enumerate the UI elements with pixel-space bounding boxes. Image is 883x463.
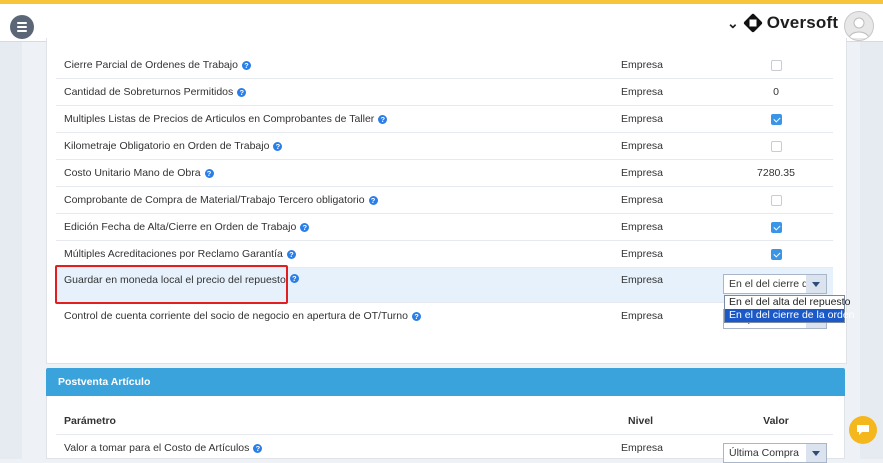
select-value: Última Compra: [729, 447, 800, 459]
value-checkbox[interactable]: [770, 59, 782, 71]
value-text[interactable]: 0: [773, 86, 779, 98]
help-icon[interactable]: ?: [286, 249, 296, 259]
table-row: Edición Fecha de Alta/Cierre en Orden de…: [56, 214, 833, 241]
table-row: Múltiples Acreditaciones por Reclamo Gar…: [56, 241, 833, 268]
chevron-down-icon[interactable]: [806, 275, 826, 293]
param-label: Costo Unitario Mano de Obra: [64, 167, 201, 179]
chat-bubble-icon: [857, 425, 869, 435]
chevron-down-icon[interactable]: [806, 444, 826, 462]
level-cell: Empresa: [621, 442, 664, 454]
help-icon[interactable]: ?: [289, 274, 299, 283]
level-cell: Empresa: [621, 194, 664, 206]
level-cell: Empresa: [621, 274, 664, 286]
oversoft-logo-icon: [743, 13, 762, 33]
level-cell: Empresa: [621, 86, 664, 98]
right-gutter: [860, 42, 883, 459]
table-row: Cantidad de Sobreturnos Permitidos? Empr…: [56, 79, 833, 106]
param-label: Kilometraje Obligatorio en Orden de Trab…: [64, 140, 270, 152]
table-header-row: Parámetro Nivel Valor: [56, 408, 833, 435]
table-row: Control de cuenta corriente del socio de…: [56, 303, 833, 329]
left-gutter: [0, 42, 22, 459]
chevron-down-icon: ⌄: [727, 14, 739, 31]
level-cell: Empresa: [621, 248, 664, 260]
select-dropdown-list: En el del alta del repuesto En el del ci…: [724, 295, 855, 323]
table-row: Kilometraje Obligatorio en Orden de Trab…: [56, 133, 833, 160]
dropdown-option[interactable]: En el del alta del repuesto: [725, 296, 850, 309]
chat-button[interactable]: [849, 416, 877, 444]
help-icon[interactable]: ?: [237, 87, 247, 97]
select-value: En el del cierre de la orden: [729, 278, 806, 290]
highlight-annotation-box: [55, 265, 288, 304]
table-row: Multiples Listas de Precios de Articulos…: [56, 106, 833, 133]
value-checkbox[interactable]: [770, 194, 782, 206]
help-icon[interactable]: ?: [241, 60, 251, 70]
level-cell: Empresa: [621, 113, 664, 125]
param-label: Edición Fecha de Alta/Cierre en Orden de…: [64, 221, 297, 233]
table-row: Comprobante de Compra de Material/Trabaj…: [56, 187, 833, 214]
user-icon: [848, 17, 870, 39]
help-icon[interactable]: ?: [273, 141, 283, 151]
value-checkbox[interactable]: [770, 113, 782, 125]
brand[interactable]: ⌄ Oversoft: [727, 13, 838, 33]
hamburger-icon: [17, 22, 27, 24]
menu-button[interactable]: [10, 15, 34, 39]
param-label: Valor a tomar para el Costo de Artículos: [64, 442, 250, 454]
help-icon[interactable]: ?: [411, 311, 421, 321]
table-row: Valor a tomar para el Costo de Artículos…: [56, 435, 833, 461]
param-label: Multiples Listas de Precios de Articulos…: [64, 113, 375, 125]
level-cell: Empresa: [621, 59, 664, 71]
cost-source-select[interactable]: Última Compra: [723, 443, 827, 463]
param-label: Múltiples Acreditaciones por Reclamo Gar…: [64, 248, 283, 260]
help-icon[interactable]: ?: [368, 195, 378, 205]
level-cell: Empresa: [621, 167, 664, 179]
value-checkbox[interactable]: [770, 140, 782, 152]
level-cell: Empresa: [621, 140, 664, 152]
param-label: Cierre Parcial de Ordenes de Trabajo: [64, 59, 238, 71]
column-header-valor: Valor: [763, 415, 789, 427]
currency-price-select[interactable]: En el del cierre de la orden: [723, 274, 827, 294]
column-header-parametro: Parámetro: [64, 415, 116, 427]
help-icon[interactable]: ?: [253, 443, 263, 453]
avatar[interactable]: [844, 11, 874, 41]
section-title: Postventa Artículo: [58, 376, 151, 388]
help-icon[interactable]: ?: [204, 168, 214, 178]
brand-name: Oversoft: [766, 13, 839, 32]
level-cell: Empresa: [621, 310, 664, 322]
level-cell: Empresa: [621, 221, 664, 233]
param-label: Comprobante de Compra de Material/Trabaj…: [64, 194, 365, 206]
help-icon[interactable]: ?: [300, 222, 310, 232]
table-row: Cierre Parcial de Ordenes de Trabajo? Em…: [56, 52, 833, 79]
dropdown-option-selected[interactable]: En el del cierre de la orden: [725, 309, 855, 322]
value-text[interactable]: 7280.35: [757, 167, 795, 179]
param-label: Cantidad de Sobreturnos Permitidos: [64, 86, 234, 98]
value-checkbox[interactable]: [770, 221, 782, 233]
column-header-nivel: Nivel: [628, 415, 654, 427]
app-header: ⌄ Oversoft: [0, 4, 883, 42]
value-checkbox[interactable]: [770, 248, 782, 260]
table-row: Costo Unitario Mano de Obra? Empresa 728…: [56, 160, 833, 187]
param-label: Control de cuenta corriente del socio de…: [64, 310, 408, 322]
section-header-postventa-articulo[interactable]: Postventa Artículo: [46, 368, 845, 396]
help-icon[interactable]: ?: [378, 114, 388, 124]
